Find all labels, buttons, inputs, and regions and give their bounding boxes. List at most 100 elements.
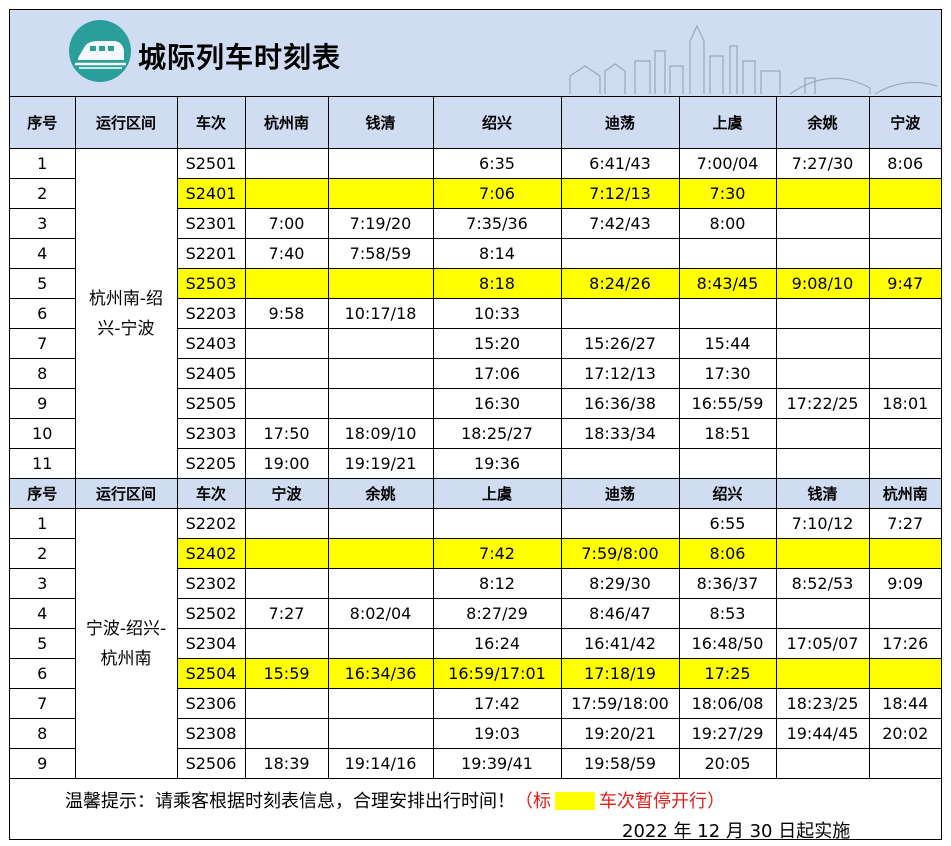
time-cell: 7:06 (432, 178, 562, 209)
train-number: S2504 (176, 658, 246, 689)
column-header: 钱清 (775, 478, 870, 509)
time-cell: 8:53 (678, 598, 777, 629)
time-cell (775, 748, 870, 779)
time-cell (678, 448, 777, 479)
time-cell (775, 418, 870, 449)
time-cell: 7:58/59 (327, 238, 434, 269)
time-cell: 17:05/07 (775, 628, 870, 659)
time-cell: 6:55 (678, 508, 777, 539)
column-header: 宁波 (868, 96, 941, 149)
reminder-tip: 温馨提示：请乘客根据时刻表信息，合理安排出行时间！ (65, 791, 515, 812)
time-cell: 7:00/04 (678, 148, 777, 179)
time-cell: 8:06 (678, 538, 777, 569)
row-number: 3 (10, 568, 76, 599)
row-number: 5 (10, 628, 76, 659)
time-cell (244, 688, 329, 719)
train-number: S2203 (176, 298, 246, 329)
time-cell (327, 568, 434, 599)
time-cell: 7:27 (868, 508, 941, 539)
time-cell: 19:20/21 (560, 718, 680, 749)
suspension-note-open: （标 (515, 791, 551, 812)
row-number: 1 (10, 508, 76, 539)
time-cell: 17:25 (678, 658, 777, 689)
time-cell (327, 148, 434, 179)
time-cell (868, 748, 941, 779)
header-row: 序号 运行区间 车次 宁波 余姚 上虞 迪荡 绍兴 钱清 杭州南 (10, 478, 941, 509)
effective-date: 2022 年 12 月 30 日起实施 (622, 821, 851, 840)
time-cell (244, 508, 329, 539)
column-header: 上虞 (678, 96, 777, 149)
train-number: S2501 (176, 148, 246, 179)
time-cell (327, 358, 434, 389)
time-cell (560, 298, 680, 329)
column-header: 余姚 (775, 96, 870, 149)
time-cell (868, 238, 941, 269)
time-cell (678, 238, 777, 269)
time-cell (868, 418, 941, 449)
time-cell (775, 298, 870, 329)
time-cell (775, 358, 870, 389)
time-cell: 18:01 (868, 388, 941, 419)
time-cell: 15:59 (244, 658, 329, 689)
table-row: 1 宁波-绍兴-杭州南 S2202 6:55 7:10/12 7:27 (10, 508, 941, 779)
time-cell (868, 208, 941, 239)
time-cell (244, 358, 329, 389)
time-cell: 18:39 (244, 748, 329, 779)
column-header: 序号 (10, 96, 76, 149)
time-cell: 9:47 (868, 268, 941, 299)
highlight-swatch (555, 792, 595, 810)
train-number: S2506 (176, 748, 246, 779)
time-cell: 19:44/45 (775, 718, 870, 749)
time-cell: 19:14/16 (327, 748, 434, 779)
time-cell (327, 508, 434, 539)
train-number: S2402 (176, 538, 246, 569)
time-cell: 18:09/10 (327, 418, 434, 449)
row-number: 9 (10, 748, 76, 779)
time-cell (327, 628, 434, 659)
time-cell: 7:42 (432, 538, 562, 569)
column-header: 上虞 (432, 478, 562, 509)
column-header: 杭州南 (868, 478, 941, 509)
time-cell (678, 298, 777, 329)
time-cell: 19:00 (244, 448, 329, 479)
train-number: S2502 (176, 598, 246, 629)
train-number: S2503 (176, 268, 246, 299)
time-cell: 8:52/53 (775, 568, 870, 599)
time-cell: 7:30 (678, 178, 777, 209)
time-cell: 7:27/30 (775, 148, 870, 179)
train-number: S2302 (176, 568, 246, 599)
train-number: S2304 (176, 628, 246, 659)
time-cell: 19:19/21 (327, 448, 434, 479)
time-cell: 8:36/37 (678, 568, 777, 599)
time-cell: 7:27 (244, 598, 329, 629)
column-header: 运行区间 (74, 96, 178, 149)
train-number: S2201 (176, 238, 246, 269)
time-cell: 17:12/13 (560, 358, 680, 389)
time-cell (868, 448, 941, 479)
time-cell: 19:39/41 (432, 748, 562, 779)
time-cell (775, 328, 870, 359)
time-cell: 9:58 (244, 298, 329, 329)
time-cell: 8:43/45 (678, 268, 777, 299)
row-number: 6 (10, 298, 76, 329)
train-number: S2205 (176, 448, 246, 479)
time-cell (868, 298, 941, 329)
time-cell: 8:02/04 (327, 598, 434, 629)
time-cell: 15:20 (432, 328, 562, 359)
column-header: 钱清 (327, 96, 434, 149)
time-cell: 8:24/26 (560, 268, 680, 299)
time-cell (327, 388, 434, 419)
time-cell: 20:02 (868, 718, 941, 749)
header-row: 序号 运行区间 车次 杭州南 钱清 绍兴 迪荡 上虞 余姚 宁波 (10, 96, 941, 149)
time-cell: 7:12/13 (560, 178, 680, 209)
time-cell (327, 538, 434, 569)
time-cell: 17:50 (244, 418, 329, 449)
time-cell: 6:35 (432, 148, 562, 179)
time-cell (244, 328, 329, 359)
time-cell: 16:55/59 (678, 388, 777, 419)
time-cell: 6:41/43 (560, 148, 680, 179)
time-cell: 8:29/30 (560, 568, 680, 599)
time-cell (244, 388, 329, 419)
time-cell: 17:26 (868, 628, 941, 659)
train-number: S2405 (176, 358, 246, 389)
